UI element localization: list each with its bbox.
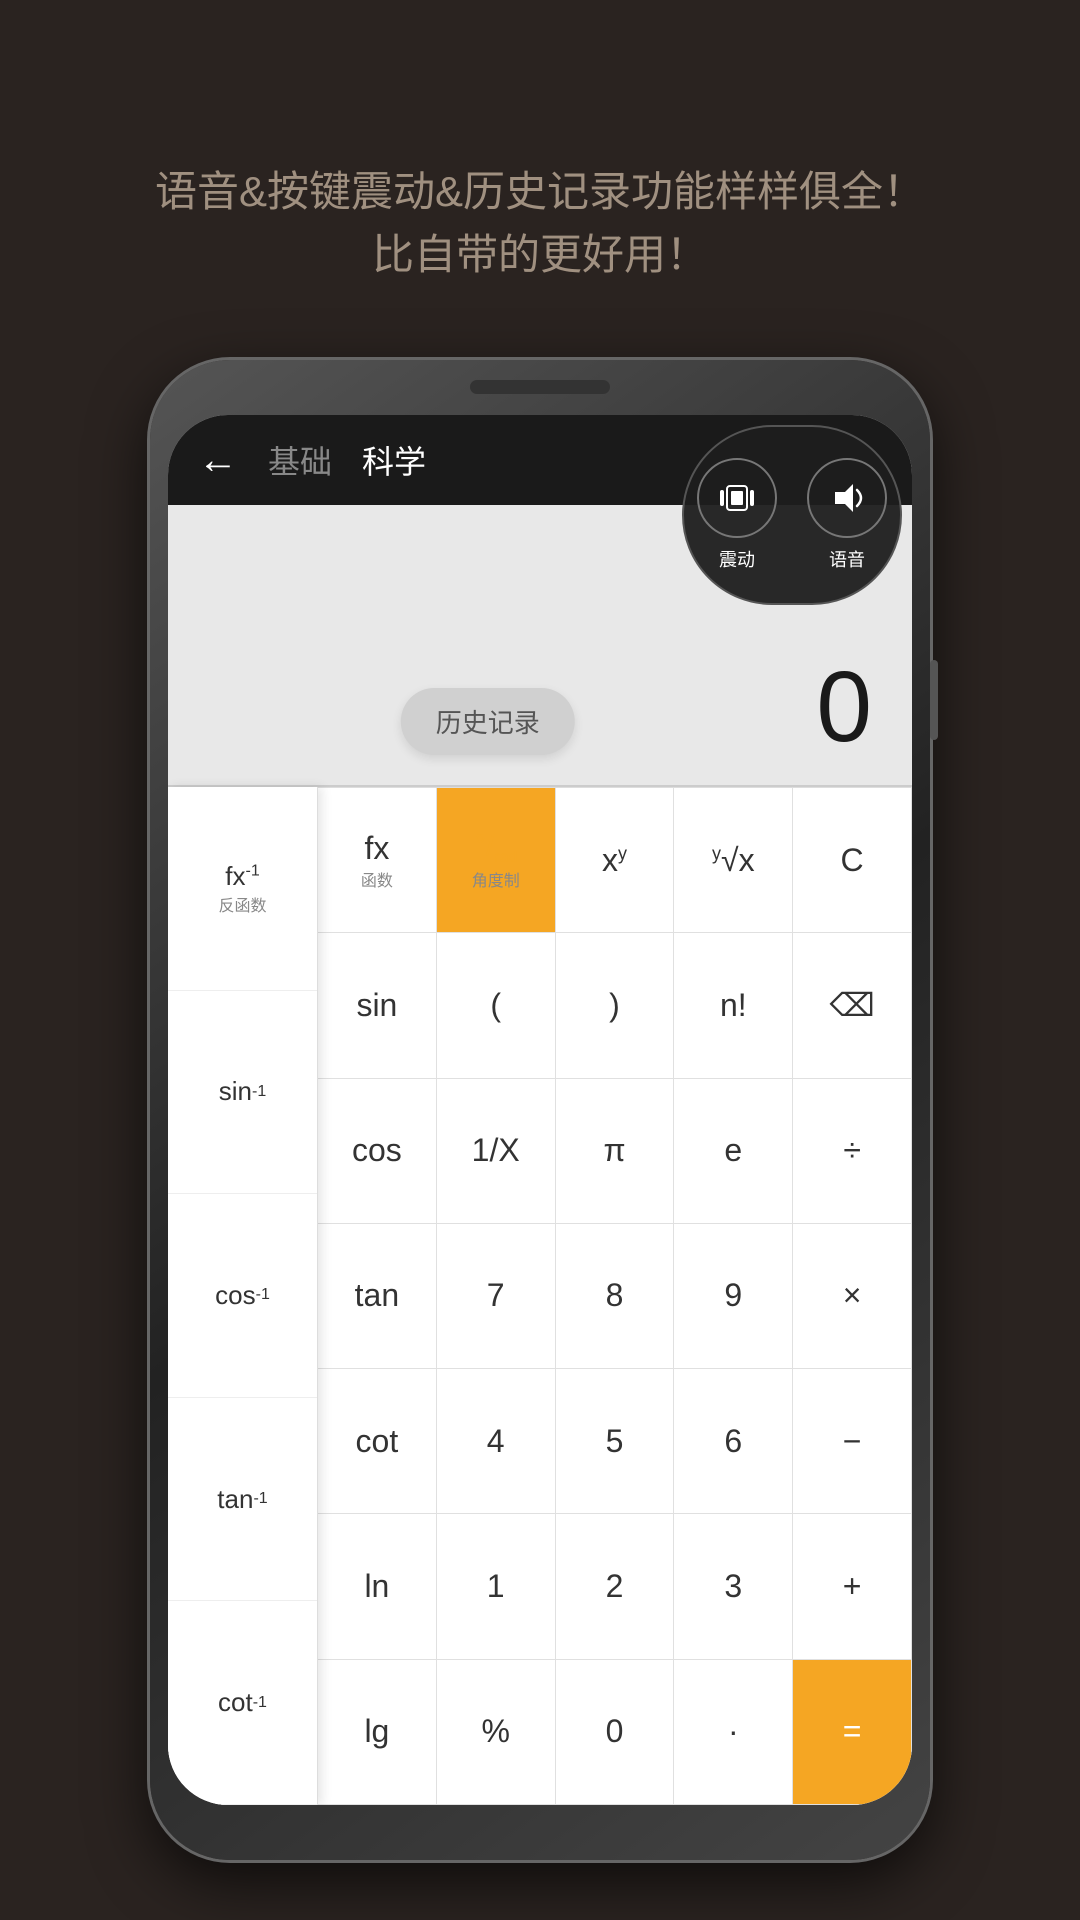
keyboard-area: fx-1 反函数 sin-1 cos-1 tan-1 cot-1 fx函数°/r… <box>168 787 912 1805</box>
key-9[interactable]: 9 <box>674 1224 793 1369</box>
key-7[interactable]: 7 <box>437 1224 556 1369</box>
tab-basic[interactable]: 基础 <box>268 437 332 483</box>
history-button[interactable]: 历史记录 <box>401 688 575 755</box>
side-panel-fx-inv[interactable]: fx-1 反函数 <box>168 787 317 991</box>
promo-line2: 比自带的更好用！ <box>0 223 1080 286</box>
key-1_X[interactable]: 1/X <box>437 1079 556 1224</box>
key-5[interactable]: 5 <box>556 1369 675 1514</box>
sound-button[interactable]: 语音 <box>807 458 887 572</box>
key-sin[interactable]: sin <box>318 933 437 1078</box>
key-_[interactable]: = <box>793 1660 912 1805</box>
phone-side-button <box>930 660 938 740</box>
key-cos[interactable]: cos <box>318 1079 437 1224</box>
floating-icons-panel: 震动 语音 <box>682 425 902 605</box>
phone-speaker <box>470 380 610 394</box>
key-2[interactable]: 2 <box>556 1514 675 1659</box>
key-8[interactable]: 8 <box>556 1224 675 1369</box>
top-bar: ← 基础 科学 <box>168 415 912 505</box>
back-button[interactable]: ← <box>198 438 238 483</box>
key-__x[interactable]: y√x <box>674 788 793 933</box>
key-C[interactable]: C <box>793 788 912 933</box>
key-0[interactable]: 0 <box>556 1660 675 1805</box>
key-_[interactable]: − <box>793 1369 912 1514</box>
key-fx[interactable]: fx函数 <box>318 788 437 933</box>
app-content: ← 基础 科学 <box>168 415 912 1805</box>
phone-screen: ← 基础 科学 <box>168 415 912 1805</box>
key-n_[interactable]: n! <box>674 933 793 1078</box>
key-__[interactable]: °/rad角度制 <box>437 788 556 933</box>
key-_[interactable]: ⌫ <box>793 933 912 1078</box>
key-_[interactable]: ) <box>556 933 675 1078</box>
side-panel-sin-inv[interactable]: sin-1 <box>168 991 317 1195</box>
promo-line1: 语音&按键震动&历史记录功能样样俱全！ <box>0 160 1080 223</box>
key-tan[interactable]: tan <box>318 1224 437 1369</box>
key-3[interactable]: 3 <box>674 1514 793 1659</box>
keypad: fx函数°/rad角度制xyy√xCsin()n!⌫ cos1/Xπe÷ tan78… <box>318 787 912 1805</box>
key-cot[interactable]: cot <box>318 1369 437 1514</box>
key-_[interactable]: ÷ <box>793 1079 912 1224</box>
key-e[interactable]: e <box>674 1079 793 1224</box>
side-panel-cot-inv[interactable]: cot-1 <box>168 1601 317 1805</box>
key-_[interactable]: π <box>556 1079 675 1224</box>
key-lg[interactable]: lg <box>318 1660 437 1805</box>
phone-mockup: ← 基础 科学 <box>150 360 930 1860</box>
key-x_[interactable]: xy <box>556 788 675 933</box>
key-6[interactable]: 6 <box>674 1369 793 1514</box>
key-4[interactable]: 4 <box>437 1369 556 1514</box>
key-ln[interactable]: ln <box>318 1514 437 1659</box>
sound-icon-circle <box>807 458 887 538</box>
tab-science[interactable]: 科学 <box>362 437 426 483</box>
sound-label: 语音 <box>829 546 865 572</box>
side-panel-tan-inv[interactable]: tan-1 <box>168 1398 317 1602</box>
key-1[interactable]: 1 <box>437 1514 556 1659</box>
key-_[interactable]: ( <box>437 933 556 1078</box>
key-_[interactable]: · <box>674 1660 793 1805</box>
vibration-label: 震动 <box>719 546 755 572</box>
display-value: 0 <box>816 650 872 765</box>
vibration-button[interactable]: 震动 <box>697 458 777 572</box>
key-_[interactable]: + <box>793 1514 912 1659</box>
vibration-icon-circle <box>697 458 777 538</box>
promo-section: 语音&按键震动&历史记录功能样样俱全！ 比自带的更好用！ <box>0 0 1080 346</box>
key-_[interactable]: × <box>793 1224 912 1369</box>
key-_[interactable]: % <box>437 1660 556 1805</box>
side-panel: fx-1 反函数 sin-1 cos-1 tan-1 cot-1 <box>168 787 318 1805</box>
side-panel-cos-inv[interactable]: cos-1 <box>168 1194 317 1398</box>
